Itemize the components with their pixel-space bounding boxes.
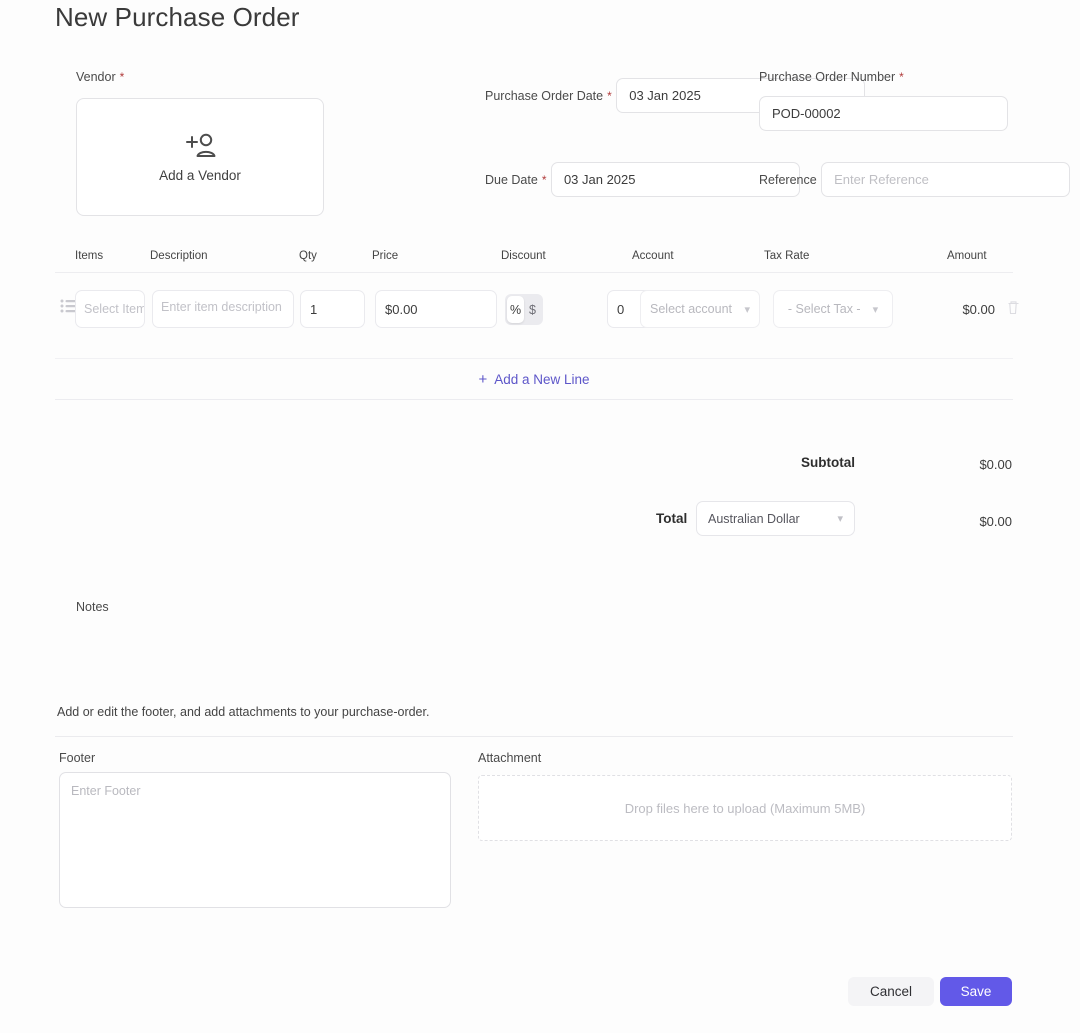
column-header-description: Description xyxy=(150,250,208,262)
due-date-required-mark: * xyxy=(542,173,547,187)
attachment-dropzone[interactable]: Drop files here to upload (Maximum 5MB) xyxy=(478,775,1012,841)
column-header-amount: Amount xyxy=(947,250,987,262)
chevron-down-icon: ▾ xyxy=(744,303,750,316)
discount-mode-toggle[interactable]: % $ xyxy=(505,294,543,325)
total-label: Total xyxy=(656,511,687,526)
due-date-group: Due Date * xyxy=(485,152,800,197)
reference-input[interactable] xyxy=(821,162,1070,197)
select-account-label: Select account xyxy=(650,302,732,316)
column-header-discount: Discount xyxy=(501,250,546,262)
item-description-input[interactable] xyxy=(152,290,294,328)
chevron-down-icon: ▾ xyxy=(873,303,879,316)
currency-selected-label: Australian Dollar xyxy=(708,512,800,526)
attachment-label: Attachment xyxy=(478,751,541,765)
chevron-down-icon: ▾ xyxy=(837,512,843,525)
notes-label: Notes xyxy=(76,600,109,614)
discount-percent-option[interactable]: % xyxy=(507,296,524,323)
column-header-price: Price xyxy=(372,250,398,262)
plus-icon: + xyxy=(478,371,487,388)
items-table-header: Items Description Qty Price Discount Acc… xyxy=(55,245,1013,273)
column-header-items: Items xyxy=(75,250,103,262)
save-button[interactable]: Save xyxy=(940,977,1012,1006)
po-number-required-mark: * xyxy=(899,70,904,84)
line-amount: $0.00 xyxy=(935,290,995,328)
select-tax-dropdown[interactable]: - Select Tax - ▾ xyxy=(773,290,893,328)
currency-dropdown[interactable]: Australian Dollar ▾ xyxy=(696,501,855,536)
purchase-order-page: New Purchase Order Vendor* Add a Vendor … xyxy=(0,0,1080,1033)
po-date-required-mark: * xyxy=(607,89,612,103)
footer-textarea[interactable] xyxy=(59,772,451,908)
reference-group: Reference xyxy=(759,152,1070,197)
page-title: New Purchase Order xyxy=(55,2,300,33)
subtotal-value: $0.00 xyxy=(950,457,1012,472)
add-new-line-label: Add a New Line xyxy=(494,372,589,387)
select-tax-label: - Select Tax - xyxy=(788,302,861,316)
vendor-field-group: Vendor * Add a Vendor xyxy=(76,68,324,216)
add-vendor-label: Add a Vendor xyxy=(159,168,241,183)
discount-amount-option[interactable]: $ xyxy=(524,296,541,323)
column-header-qty: Qty xyxy=(299,250,317,262)
price-input[interactable] xyxy=(375,290,497,328)
trash-icon[interactable] xyxy=(1007,300,1020,320)
subtotal-label: Subtotal xyxy=(801,455,855,470)
total-value: $0.00 xyxy=(950,514,1012,529)
qty-input[interactable] xyxy=(300,290,365,328)
table-row: Select Item % $ Select account ▾ - Selec… xyxy=(55,290,1013,342)
person-add-icon xyxy=(182,132,218,162)
add-new-line-row[interactable]: + Add a New Line xyxy=(55,358,1013,400)
due-date-label: Due Date xyxy=(485,173,538,187)
po-number-label: Purchase Order Number xyxy=(759,70,895,84)
select-account-dropdown[interactable]: Select account ▾ xyxy=(640,290,760,328)
vendor-required-mark: * xyxy=(120,70,125,84)
dropzone-text: Drop files here to upload (Maximum 5MB) xyxy=(625,801,866,816)
po-number-group: Purchase Order Number * xyxy=(759,68,1080,131)
section-divider xyxy=(55,736,1013,737)
reference-label: Reference xyxy=(759,173,817,187)
vendor-label: Vendor xyxy=(76,70,116,84)
po-date-label: Purchase Order Date xyxy=(485,89,603,103)
add-vendor-button[interactable]: Add a Vendor xyxy=(76,98,324,216)
cancel-button[interactable]: Cancel xyxy=(848,977,934,1006)
column-header-account: Account xyxy=(632,250,674,262)
add-new-line-button[interactable]: + Add a New Line xyxy=(478,371,589,388)
footer-label: Footer xyxy=(59,751,95,765)
po-number-input[interactable] xyxy=(759,96,1008,131)
select-item-dropdown[interactable]: Select Item xyxy=(75,290,145,328)
column-header-tax-rate: Tax Rate xyxy=(764,250,809,262)
footer-instruction-text: Add or edit the footer, and add attachme… xyxy=(57,705,429,719)
